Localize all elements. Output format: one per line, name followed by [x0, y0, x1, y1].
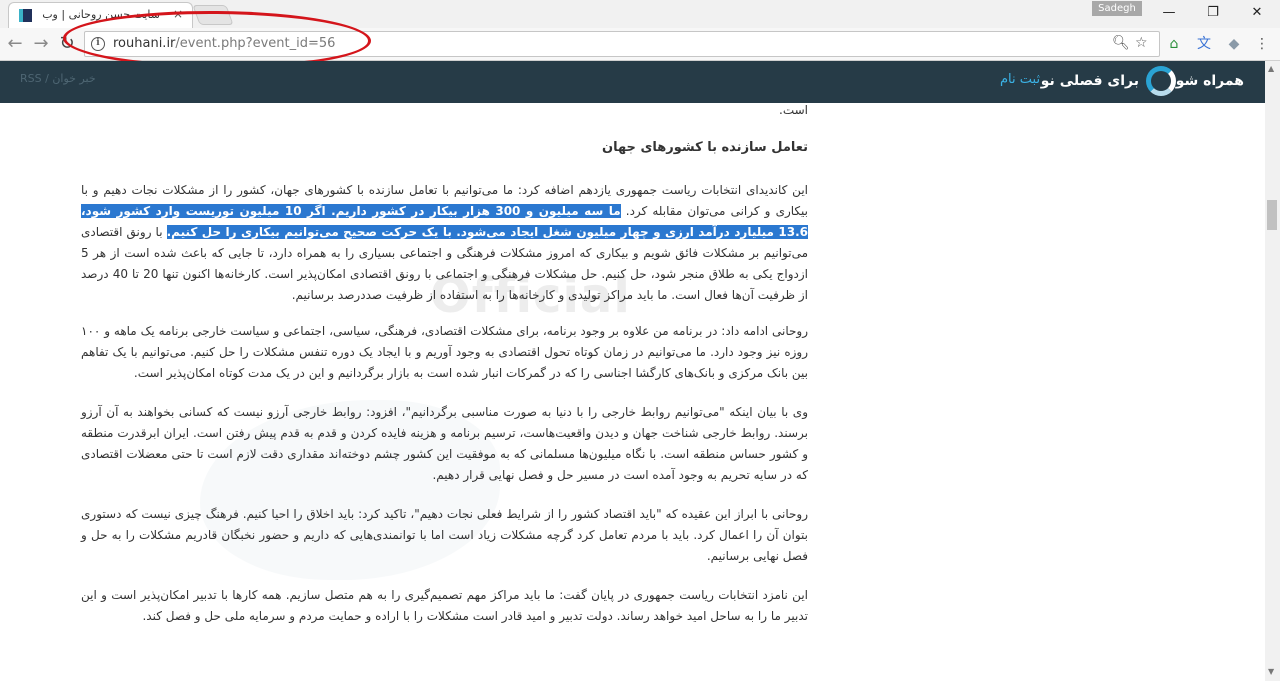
paragraph-conclusion: این نامزد انتخابات ریاست جمهوری در پایان…	[81, 588, 808, 623]
close-window-button[interactable]: ✕	[1242, 3, 1272, 23]
translate-extension-icon[interactable]: 文	[1194, 34, 1214, 54]
bookmark-star-icon[interactable]: ☆	[1135, 35, 1148, 51]
logo-text-secondary[interactable]: برای فصلی نو	[1041, 73, 1139, 89]
campaign-logo-icon[interactable]	[1146, 66, 1176, 96]
page-scrollbar[interactable]	[1265, 61, 1280, 681]
scrollbar-thumb[interactable]	[1267, 200, 1277, 230]
restore-button[interactable]: ❐	[1198, 3, 1228, 23]
window-titlebar: سایت حسن روحانی | وب × Sadegh — ❐ ✕	[0, 0, 1280, 28]
previous-paragraph-tail: است.	[779, 103, 808, 117]
minimize-button[interactable]: —	[1154, 3, 1184, 23]
browser-toolbar: ← → ↻ i rouhani.ir/event.php?event_id=56…	[0, 28, 1280, 61]
menu-icon[interactable]: ⋮	[1252, 34, 1272, 54]
paragraph-foreign-relations: وی با بیان اینکه "می‌توانیم روابط خارجی …	[81, 405, 808, 482]
paragraph-program: روحانی ادامه داد: در برنامه من علاوه بر …	[81, 324, 808, 380]
scroll-up-icon[interactable]: ▲	[1268, 64, 1274, 73]
section-heading: تعامل سازنده با کشورهای جهان	[602, 140, 808, 155]
paragraph-tourism: این کاندیدای انتخابات ریاست جمهوری یازده…	[81, 180, 808, 306]
browser-tab[interactable]: سایت حسن روحانی | وب ×	[8, 2, 193, 28]
dropbox-extension-icon[interactable]: ◆	[1224, 34, 1244, 54]
url-text[interactable]: rouhani.ir/event.php?event_id=56	[113, 36, 335, 51]
tab-close-icon[interactable]: ×	[173, 7, 183, 21]
back-icon[interactable]: ←	[4, 33, 26, 55]
info-icon[interactable]: i	[91, 37, 105, 51]
new-tab-button[interactable]	[192, 5, 234, 25]
rss-feed-link[interactable]: RSS / خبر خوان	[20, 72, 96, 85]
register-link[interactable]: ثبت نام	[1000, 72, 1040, 87]
zoom-icon[interactable]: 🔍︎	[1112, 35, 1130, 51]
logo-text-primary[interactable]: همراه شو	[1176, 73, 1244, 89]
site-header: همراه شو برای فصلی نو ثبت نام RSS / خبر …	[0, 61, 1265, 103]
home-extension-icon[interactable]: ⌂	[1164, 34, 1184, 54]
forward-icon[interactable]: →	[30, 33, 52, 55]
profile-user-chip[interactable]: Sadegh	[1092, 1, 1142, 16]
scroll-down-icon[interactable]: ▼	[1268, 667, 1274, 676]
reload-icon[interactable]: ↻	[56, 33, 78, 55]
tab-title: سایت حسن روحانی | وب	[42, 8, 160, 21]
paragraph-ethics: روحانی با ابراز این عقیده که "باید اقتصا…	[81, 507, 808, 563]
address-bar[interactable]: i rouhani.ir/event.php?event_id=56 🔍︎ ☆	[84, 31, 1160, 57]
